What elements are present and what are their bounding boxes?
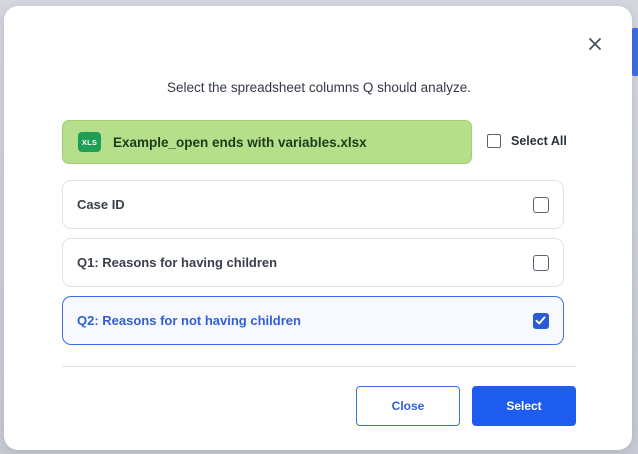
select-button[interactable]: Select [472,386,576,426]
select-all-toggle[interactable]: Select All [487,134,567,148]
column-checkbox-checked[interactable] [533,313,549,329]
close-button[interactable]: Close [356,386,460,426]
dialog-instruction: Select the spreadsheet columns Q should … [167,80,471,95]
column-checkbox[interactable] [533,197,549,213]
column-row-case-id[interactable]: Case ID [62,180,564,229]
column-label: Q1: Reasons for having children [77,255,278,270]
xls-file-icon: XLS [78,132,101,152]
column-row-q1[interactable]: Q1: Reasons for having children [62,238,564,287]
checkmark-icon [535,316,546,325]
column-row-q2[interactable]: Q2: Reasons for not having children [62,296,564,345]
column-checkbox[interactable] [533,255,549,271]
background-accent-edge [632,28,638,76]
footer-divider [62,366,576,367]
column-label: Case ID [77,197,125,212]
close-icon[interactable] [584,33,606,55]
select-all-checkbox[interactable] [487,134,501,148]
file-name: Example_open ends with variables.xlsx [113,134,367,150]
select-all-label: Select All [511,134,567,148]
file-banner: XLS Example_open ends with variables.xls… [62,120,472,164]
column-label: Q2: Reasons for not having children [77,313,301,328]
